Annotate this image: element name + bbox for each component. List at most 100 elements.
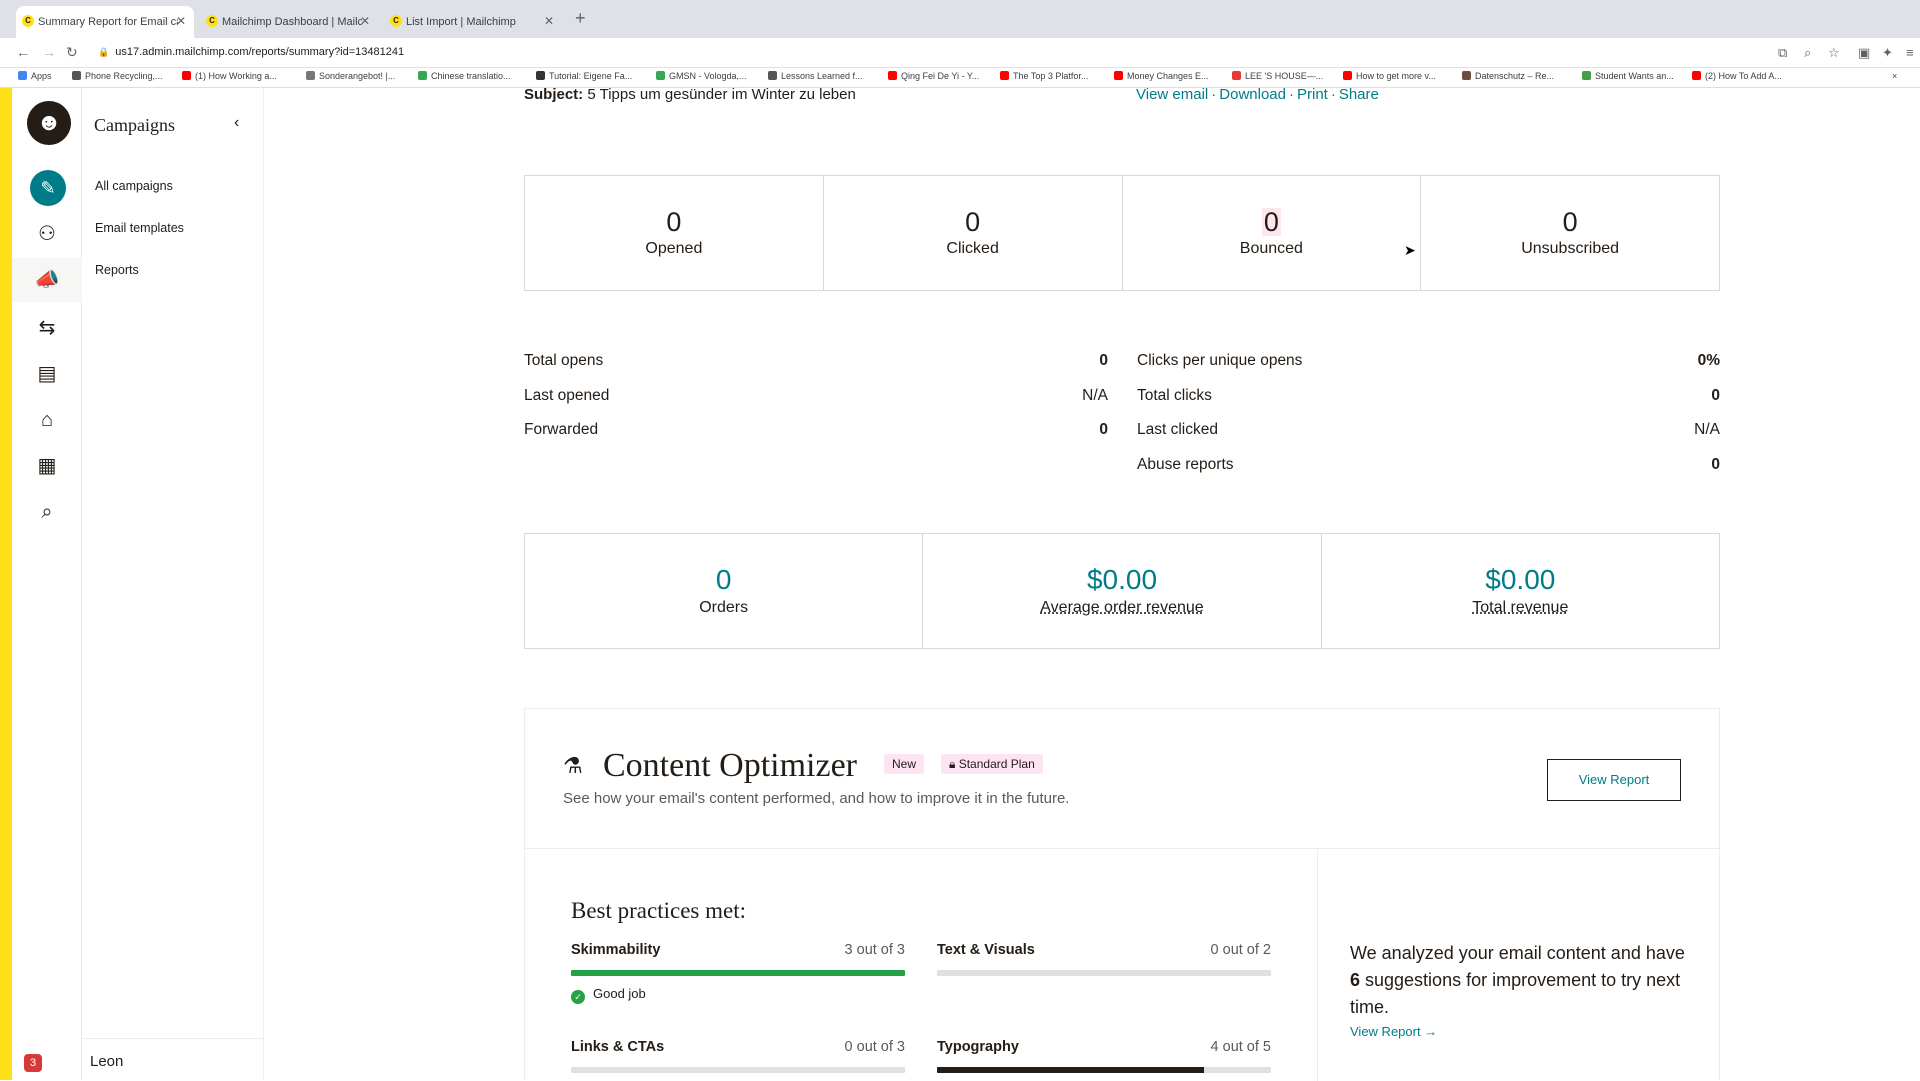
bookmark-item[interactable]: Student Wants an... [1582,71,1674,81]
view-email-link[interactable]: View email [1136,86,1208,103]
tab-title: List Import | Mailchimp [406,16,516,28]
revenue-label[interactable]: Total revenue [1322,599,1719,617]
bookmark-item[interactable]: Chinese translatio... [418,71,511,81]
revenue-orders: 0 Orders [525,534,924,648]
revenue-total: $0.00 Total revenue [1322,534,1719,648]
email-actions: View email · Download · Print · Share [1136,86,1379,103]
bookmark-item[interactable]: Datenschutz – Re... [1462,71,1554,81]
revenue-value: $0.00 [1086,564,1158,595]
mailchimp-favicon-icon: C [390,15,402,27]
optimizer-subtitle: See how your email's content performed, … [563,790,1070,807]
metric-count: 0 out of 2 [1210,942,1271,958]
bookmark-item[interactable]: LEE 'S HOUSE—... [1232,71,1323,81]
reload-icon[interactable]: ↻ [66,44,78,61]
subnav-item-email-templates[interactable]: Email templates [95,221,184,235]
bookmark-item[interactable]: Qing Fei De Yi - Y... [888,71,979,81]
metric-typography: Typography 4 out of 5 [937,1039,1271,1073]
analysis-text: We analyzed your email content and have … [1350,943,1685,1017]
metric-progress-fill [571,970,905,976]
stat-unsubscribed: 0 Unsubscribed [1421,176,1719,290]
left-accent-strip [0,88,12,1080]
bookmark-item[interactable]: (1) How Working a... [182,71,277,81]
website-icon[interactable]: ▤ [12,352,82,396]
revenue-value: 0 [715,564,732,595]
translate-icon[interactable]: ⧉ [1778,45,1787,61]
detail-label: Total clicks [1137,387,1212,404]
detail-label: Last clicked [1137,421,1218,438]
view-report-link[interactable]: View Report → [1350,1024,1437,1039]
subnav-item-all-campaigns[interactable]: All campaigns [95,179,173,193]
bookmark-item[interactable]: How to get more v... [1343,71,1436,81]
detail-row: Last opened N/A [524,387,1108,405]
stat-label: Opened [645,240,703,257]
browser-tab[interactable]: C List Import | Mailchimp ✕ [384,6,562,38]
metric-skimmability: Skimmability 3 out of 3 ✓ Good job [571,942,905,1004]
stat-label: Unsubscribed [1521,240,1620,257]
bookmark-item[interactable]: Phone Recycling,... [72,71,163,81]
bookmark-item[interactable]: Apps [18,71,52,81]
good-job-note: ✓ Good job [571,986,646,1004]
bookmark-item[interactable]: (2) How To Add A... [1692,71,1782,81]
detail-label: Abuse reports [1137,456,1234,473]
zoom-icon[interactable]: ⌕ [1804,45,1811,61]
puzzle-icon[interactable]: ✦ [1882,45,1893,61]
optimizer-summary: We analyzed your email content and have … [1317,850,1719,1081]
new-tab-icon[interactable]: + [575,8,586,29]
create-pencil-icon[interactable]: ✎ [30,170,66,206]
stat-bounced: 0 Bounced [1123,176,1422,290]
revenue-stats: 0 Orders $0.00 Average order revenue $0.… [524,533,1720,649]
bookmark-item[interactable]: GMSN - Vologda,... [656,71,747,81]
collapse-chevron-icon[interactable]: ‹ [234,114,239,132]
subject-text: 5 Tipps um gesünder im Winter zu leben [587,86,856,103]
metric-progress-bar [571,1067,905,1073]
mailchimp-logo-icon[interactable]: ☻ [27,101,71,145]
metric-count: 3 out of 3 [844,942,905,958]
detail-row: Clicks per unique opens 0% [1137,352,1720,370]
stat-label: Bounced [1239,240,1303,257]
bookmark-item[interactable]: Sonderangebot! |... [306,71,395,81]
account-user-name[interactable]: Leon [90,1053,123,1070]
automations-icon[interactable]: ⇆ [12,306,82,350]
bookmark-favicon-icon [72,71,81,80]
search-icon[interactable]: ⌕ [12,490,82,534]
url-field[interactable]: 🔒 us17.admin.mailchimp.com/reports/summar… [98,46,404,58]
campaigns-megaphone-icon[interactable]: 📣 [12,258,82,302]
engagement-stats: 0 Opened 0 Clicked 0 Bounced 0 Unsubscri… [524,175,1720,291]
integrations-grid-icon[interactable]: ▦ [12,444,82,488]
mailchimp-favicon-icon: C [206,15,218,27]
bookmark-favicon-icon [1000,71,1009,80]
detail-value: 0% [1697,352,1720,369]
close-tab-icon[interactable]: ✕ [360,14,370,28]
revenue-label[interactable]: Average order revenue [923,599,1320,617]
share-link[interactable]: Share [1339,86,1379,103]
close-tab-icon[interactable]: ✕ [544,14,554,28]
view-report-button[interactable]: View Report [1547,759,1681,801]
content-studio-icon[interactable]: ⌂ [12,398,82,442]
extension-icon[interactable]: ▣ [1858,45,1870,61]
bookmark-item[interactable]: Money Changes E... [1114,71,1209,81]
bookmarks-overflow-icon[interactable]: × [1892,71,1897,81]
bookmark-item[interactable]: Tutorial: Eigene Fa... [536,71,632,81]
bookmark-star-icon[interactable]: ☆ [1828,45,1840,61]
menu-icon[interactable]: ≡ [1906,45,1914,60]
notification-badge[interactable]: 3 [24,1054,42,1072]
back-icon[interactable]: ← [16,44,30,60]
print-link[interactable]: Print [1297,86,1328,103]
bookmark-item[interactable]: Lessons Learned f... [768,71,863,81]
close-tab-icon[interactable]: ✕ [176,14,186,28]
bookmark-favicon-icon [656,71,665,80]
audience-icon[interactable]: ⚇ [12,212,82,256]
bookmark-favicon-icon [536,71,545,80]
bookmark-item[interactable]: The Top 3 Platfor... [1000,71,1088,81]
subnav-item-reports[interactable]: Reports [95,263,139,277]
browser-tab[interactable]: C Mailchimp Dashboard | Mailch ✕ [200,6,378,38]
suggestion-count: 6 [1350,970,1361,990]
metric-progress-fill [937,1067,1205,1073]
detail-row: Last clicked N/A [1137,421,1720,439]
metric-count: 4 out of 5 [1210,1039,1271,1055]
detail-label: Forwarded [524,421,599,438]
detail-label: Last opened [524,387,610,404]
download-link[interactable]: Download [1219,86,1286,103]
browser-tab[interactable]: C Summary Report for Email cam ✕ [16,6,194,38]
forward-icon[interactable]: → [42,44,56,60]
